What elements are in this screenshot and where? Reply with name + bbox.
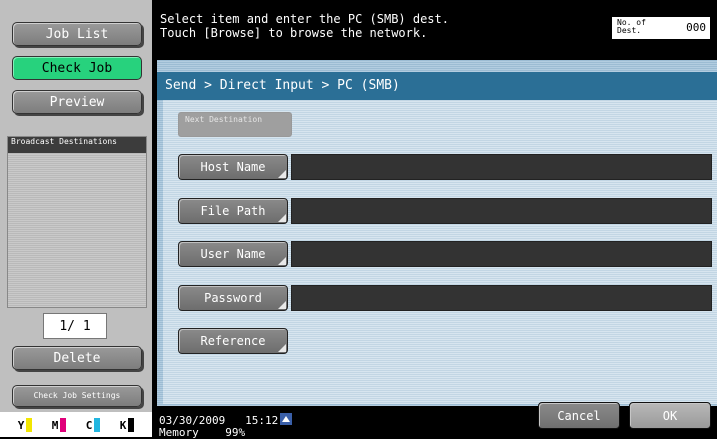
- network-icon: [280, 413, 292, 425]
- broadcast-destinations-list[interactable]: Broadcast Destinations: [7, 136, 147, 308]
- host-name-button[interactable]: Host Name: [178, 154, 288, 180]
- status-time: 15:12: [245, 414, 279, 427]
- host-name-field[interactable]: [291, 154, 712, 180]
- left-sidebar: Job List Check Job Preview Broadcast Des…: [0, 0, 152, 437]
- toner-levels: Y M C K: [0, 412, 152, 437]
- page-indicator: 1/ 1: [43, 313, 107, 339]
- dest-count-value: 000: [686, 21, 706, 34]
- form-area: Next Destination Host Name File Path Use…: [163, 100, 717, 404]
- next-destination-button[interactable]: Next Destination: [178, 112, 292, 137]
- reference-button[interactable]: Reference: [178, 328, 288, 354]
- password-button[interactable]: Password: [178, 285, 288, 311]
- dest-count-label: No. of Dest.: [617, 18, 646, 35]
- user-name-button[interactable]: User Name: [178, 241, 288, 267]
- delete-button[interactable]: Delete: [12, 346, 142, 370]
- status-bar: 03/30/2009 15:12 Memory 99% Cancel OK: [152, 402, 717, 439]
- file-path-button[interactable]: File Path: [178, 198, 288, 224]
- breadcrumb: Send > Direct Input > PC (SMB): [157, 72, 717, 100]
- toner-y: Y: [18, 417, 33, 432]
- check-job-button[interactable]: Check Job: [12, 56, 142, 80]
- password-field[interactable]: [291, 285, 712, 311]
- preview-button[interactable]: Preview: [12, 90, 142, 114]
- file-path-field[interactable]: [291, 198, 712, 224]
- job-list-button[interactable]: Job List: [12, 22, 142, 46]
- check-job-settings-button[interactable]: Check Job Settings: [12, 385, 142, 407]
- toner-m: M: [52, 417, 67, 432]
- user-name-field[interactable]: [291, 241, 712, 267]
- cancel-button[interactable]: Cancel: [538, 402, 620, 429]
- ok-button[interactable]: OK: [629, 402, 711, 429]
- broadcast-destinations-header: Broadcast Destinations: [8, 137, 146, 153]
- memory-value: 99%: [225, 426, 246, 439]
- date-time: 03/30/2009 15:12 Memory 99%: [159, 415, 278, 439]
- toner-k: K: [120, 417, 135, 432]
- destination-count: No. of Dest. 000: [612, 17, 710, 39]
- memory-label: Memory: [159, 426, 199, 439]
- toner-c: C: [86, 417, 101, 432]
- main-panel: Send > Direct Input > PC (SMB) Next Dest…: [157, 60, 717, 406]
